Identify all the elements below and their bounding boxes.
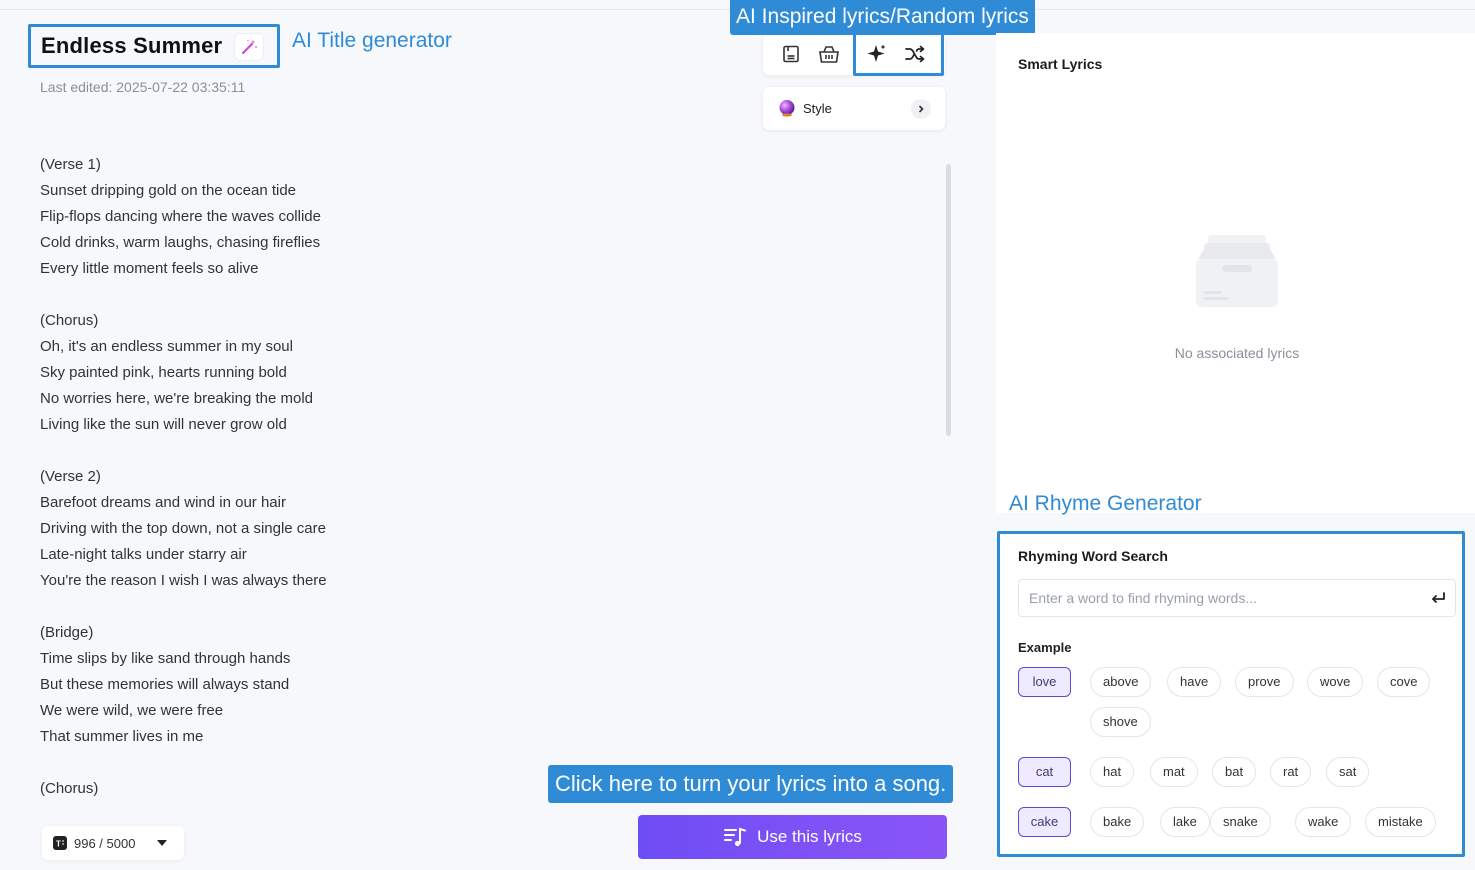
lyric-line[interactable]: That summer lives in me — [40, 724, 920, 750]
lyric-line[interactable]: Living like the sun will never grow old — [40, 412, 920, 438]
annotation-use-lyrics-hint: Click here to turn your lyrics into a so… — [548, 765, 954, 803]
rhyme-word-chip[interactable]: lake — [1160, 807, 1210, 837]
music-list-icon — [724, 827, 747, 847]
rhyme-word-chip[interactable]: mistake — [1365, 807, 1436, 837]
ai-buttons-highlight — [853, 31, 944, 76]
lyric-line[interactable]: No worries here, we're breaking the mold — [40, 386, 920, 412]
lyric-line[interactable]: (Verse 1) — [40, 152, 920, 178]
lyric-line[interactable] — [40, 282, 920, 308]
lyric-line[interactable]: Flip-flops dancing where the waves colli… — [40, 204, 920, 230]
annotation-ai-inspired-random: AI Inspired lyrics/Random lyrics — [730, 0, 1035, 35]
annotation-ai-rhyme-generator: AI Rhyme Generator — [1009, 492, 1202, 515]
style-label: Style — [803, 101, 832, 116]
char-count: 996 / 5000 — [74, 835, 136, 851]
rhyme-word-chip[interactable]: have — [1167, 667, 1222, 697]
rhyme-search-panel: Rhyming Word Search Example love above hav… — [997, 531, 1465, 857]
lyric-line[interactable]: Sky painted pink, hearts running bold — [40, 360, 920, 386]
lyric-line[interactable] — [40, 594, 920, 620]
lyric-line[interactable]: Barefoot dreams and wind in our hair — [40, 490, 920, 516]
rhyme-word-chip[interactable]: wove — [1307, 667, 1364, 697]
rhyme-word-chip[interactable]: prove — [1235, 667, 1294, 697]
title-box[interactable]: Endless Summer — [28, 24, 280, 68]
song-title[interactable]: Endless Summer — [41, 33, 222, 59]
smart-lyrics-panel: Smart Lyrics No associated lyrics — [996, 33, 1475, 513]
example-label: Example — [1018, 640, 1072, 655]
smart-lyrics-title: Smart Lyrics — [1018, 56, 1103, 72]
empty-state-text: No associated lyrics — [1174, 345, 1300, 361]
rhyme-word-chip[interactable]: sat — [1326, 757, 1370, 787]
rhyme-word-chip[interactable]: wake — [1295, 807, 1352, 837]
lyrics-editor[interactable]: (Verse 1) Sunset dripping gold on the oce… — [40, 152, 920, 802]
style-selector[interactable]: Style — [763, 87, 945, 130]
clear-button[interactable] — [817, 42, 841, 66]
rhyme-word-chip[interactable]: rat — [1270, 757, 1312, 787]
rhyme-word-chip[interactable]: bat — [1212, 757, 1257, 787]
rhyme-word-chip[interactable]: shove — [1090, 707, 1151, 737]
lyric-line[interactable]: But these memories will always stand — [40, 672, 920, 698]
lyric-line[interactable]: You're the reason I wish I was always th… — [40, 568, 920, 594]
char-counter[interactable]: T 996 / 5000 — [42, 826, 184, 860]
lyric-line[interactable]: (Verse 2) — [40, 464, 920, 490]
caret-down-icon[interactable] — [157, 839, 168, 847]
lyric-line[interactable]: Every little moment feels so alive — [40, 256, 920, 282]
rhyme-word-chip[interactable]: mat — [1150, 757, 1198, 787]
lyric-line[interactable]: Oh, it's an endless summer in my soul — [40, 334, 920, 360]
lyric-line[interactable]: (Chorus) — [40, 308, 920, 334]
example-key-chip[interactable]: love — [1018, 667, 1071, 697]
lyric-line[interactable]: (Bridge) — [40, 620, 920, 646]
enter-icon[interactable] — [1430, 591, 1446, 605]
lyric-line[interactable]: Cold drinks, warm laughs, chasing firefl… — [40, 230, 920, 256]
rhyme-word-chip[interactable]: above — [1090, 667, 1152, 697]
example-key-chip[interactable]: cake — [1018, 807, 1071, 837]
example-key-chip[interactable]: cat — [1018, 757, 1071, 787]
lyric-line[interactable]: We were wild, we were free — [40, 698, 920, 724]
lyric-line[interactable] — [40, 438, 920, 464]
lyric-line[interactable]: Sunset dripping gold on the ocean tide — [40, 178, 920, 204]
magic-wand-icon — [241, 39, 257, 55]
save-icon — [783, 45, 799, 63]
use-lyrics-label: Use this lyrics — [757, 827, 862, 846]
annotation-ai-title-generator: AI Title generator — [292, 29, 452, 52]
lyric-line[interactable]: Late-night talks under starry air — [40, 542, 920, 568]
rhyme-word-chip[interactable]: hat — [1090, 757, 1135, 787]
lyric-line[interactable]: Driving with the top down, not a single … — [40, 516, 920, 542]
text-count-icon: T — [53, 836, 67, 850]
lyric-line[interactable]: Time slips by like sand through hands — [40, 646, 920, 672]
use-lyrics-button[interactable]: Use this lyrics — [638, 815, 947, 859]
lyrics-scrollbar[interactable] — [946, 164, 951, 436]
style-orb-icon — [779, 100, 795, 117]
save-button[interactable] — [779, 42, 803, 66]
rhyme-word-chip[interactable]: bake — [1090, 807, 1145, 837]
rhyme-word-chip[interactable]: cove — [1377, 667, 1431, 697]
last-edited: Last edited: 2025-07-22 03:35:11 — [40, 79, 246, 95]
rhyme-word-chip[interactable]: snake — [1210, 807, 1271, 837]
svg-text:T: T — [56, 840, 61, 849]
empty-box-icon — [1196, 235, 1278, 307]
rhyme-search-input[interactable] — [1018, 579, 1456, 617]
basket-icon — [819, 46, 839, 63]
chevron-right-icon — [911, 99, 931, 119]
ai-title-wand-button[interactable] — [235, 34, 263, 60]
rhyme-search-title: Rhyming Word Search — [1018, 548, 1168, 564]
